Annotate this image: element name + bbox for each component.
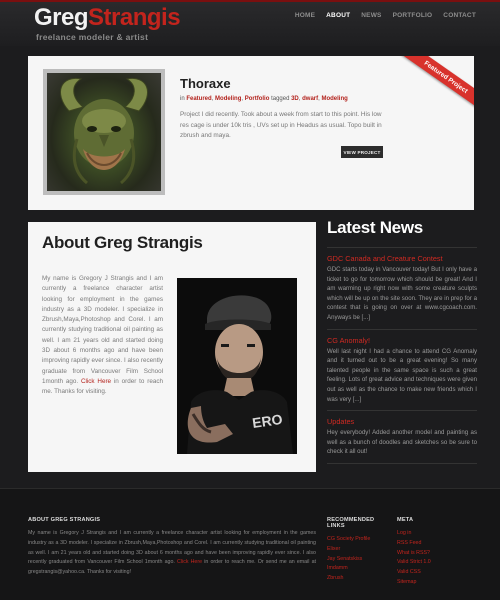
nav-home[interactable]: HOME	[295, 12, 315, 19]
news-item-excerpt: GDC starts today in Vancouver today! But…	[327, 266, 477, 321]
meta-log-in[interactable]: Log in	[397, 529, 457, 539]
nav-news[interactable]: NEWS	[361, 12, 381, 19]
link-elixer[interactable]: Elixer	[327, 545, 387, 555]
latest-news-heading: Latest News	[327, 218, 477, 248]
thoraxe-render-image	[47, 73, 161, 191]
featured-project-description: Project I did recently. Took about a wee…	[180, 111, 382, 139]
about-panel: About Greg Strangis My name is Gregory J…	[28, 222, 316, 472]
link-jay-senatskiss[interactable]: Jay Senatskiss	[327, 555, 387, 565]
category-link-modeling[interactable]: Modeling	[215, 96, 241, 102]
meta-rss-feed[interactable]: RSS Feed	[397, 539, 457, 549]
artist-portrait: ERO	[177, 278, 297, 454]
featured-thumbnail[interactable]	[43, 69, 165, 195]
link-zbrush[interactable]: Zbrush	[327, 574, 387, 584]
featured-project-ribbon: Featured Project	[401, 56, 474, 112]
portrait-illustration: ERO	[177, 278, 297, 454]
footer-contact-link[interactable]: Click Here	[177, 559, 202, 565]
meta-heading: META	[397, 517, 414, 523]
meta-what-is-rss[interactable]: What is RSS?	[397, 549, 457, 559]
link-cg-society-profile[interactable]: CG Society Profile	[327, 535, 387, 545]
footer-about: ABOUT GREG STRANGIS My name is Gregory J…	[28, 517, 316, 578]
contact-link[interactable]: Click Here	[81, 378, 111, 385]
nav-contact[interactable]: CONTACT	[443, 12, 476, 19]
news-item-excerpt: Hey everybody! Added another model and p…	[327, 429, 477, 456]
tag-link-dwarf[interactable]: dwarf	[302, 96, 318, 102]
featured-project-title[interactable]: Thoraxe	[180, 76, 231, 91]
category-link-portfolio[interactable]: Portfolio	[245, 96, 270, 102]
news-item-title[interactable]: Updates	[327, 417, 477, 426]
about-body: My name is Gregory J Strangis and I am c…	[42, 275, 164, 396]
logo-last-name: Strangis	[88, 4, 181, 31]
footer-about-text: My name is Gregory J Strangis and I am c…	[28, 530, 317, 576]
latest-news-section: Latest News GDC Canada and Creature Cont…	[327, 218, 477, 464]
news-item-excerpt: Well last night I had a chance to attend…	[327, 347, 477, 403]
meta-sitemap[interactable]: Sitemap	[397, 578, 457, 588]
tag-link-3d[interactable]: 3D	[291, 96, 299, 102]
link-imdamm[interactable]: Imdamm	[327, 564, 387, 574]
featured-project-meta: in Featured, Modeling, Portfolio tagged …	[180, 96, 348, 102]
nav-about[interactable]: ABOUT	[326, 12, 350, 19]
meta-links: META Log in RSS Feed What is RSS? Valid …	[397, 517, 457, 588]
creature-illustration	[60, 77, 148, 185]
news-item: GDC Canada and Creature Contest GDC star…	[327, 248, 477, 330]
category-link-featured[interactable]: Featured	[186, 96, 211, 102]
nav-portfolio[interactable]: PORTFOLIO	[393, 12, 433, 19]
site-tagline: freelance modeler & artist	[36, 32, 149, 42]
news-item: CG Anomaly! Well last night I had a chan…	[327, 330, 477, 412]
footer-about-heading: ABOUT GREG STRANGIS	[28, 517, 101, 523]
recommended-links: RECOMMENDED LINKS CG Society Profile Eli…	[327, 517, 387, 584]
site-header: GregStrangis freelance modeler & artist …	[0, 0, 500, 46]
featured-project-panel: Thoraxe in Featured, Modeling, Portfolio…	[28, 56, 474, 210]
news-item-title[interactable]: CG Anomaly!	[327, 336, 477, 345]
logo-first-name: Greg	[34, 4, 89, 31]
recommended-links-heading: RECOMMENDED LINKS	[327, 517, 375, 529]
news-item-title[interactable]: GDC Canada and Creature Contest	[327, 254, 477, 263]
meta-valid-strict[interactable]: Valid Strict 1.0	[397, 558, 457, 568]
meta-valid-css[interactable]: Valid CSS	[397, 568, 457, 578]
site-logo[interactable]: GregStrangis	[34, 4, 181, 31]
site-footer: ABOUT GREG STRANGIS My name is Gregory J…	[0, 488, 500, 600]
news-item: Updates Hey everybody! Added another mod…	[327, 411, 477, 464]
view-project-button[interactable]: VIEW PROJECT	[341, 146, 383, 158]
tag-link-modeling[interactable]: Modeling	[321, 96, 347, 102]
about-heading: About Greg Strangis	[42, 233, 203, 252]
main-nav: HOME ABOUT NEWS PORTFOLIO CONTACT	[295, 12, 476, 19]
